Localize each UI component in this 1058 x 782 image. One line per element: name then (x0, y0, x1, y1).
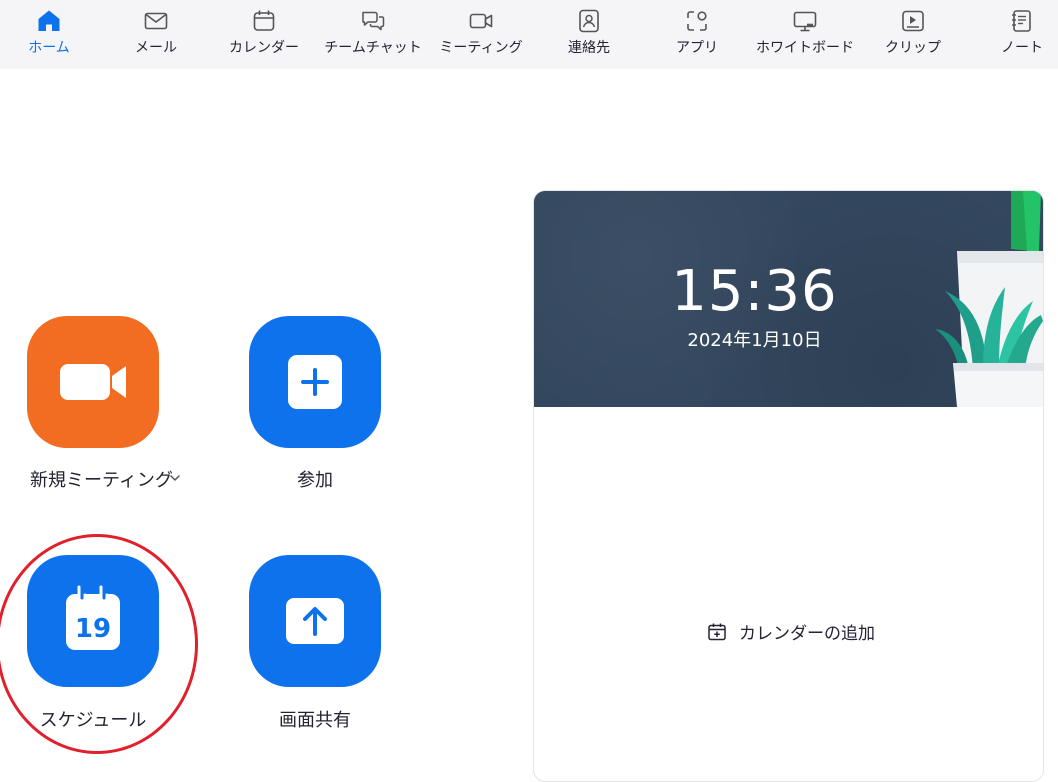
nav-tab-whiteboard[interactable]: ホワイトボード (755, 0, 855, 69)
video-icon (469, 13, 493, 29)
nav-label-notes: ノート (1001, 40, 1043, 56)
nav-label-mail: メール (135, 40, 177, 56)
mail-icon (144, 12, 168, 30)
join-label: 参加 (297, 470, 333, 491)
video-camera-icon (60, 364, 126, 400)
whiteboard-icon (793, 11, 817, 32)
nav-label-calendar: カレンダー (229, 40, 299, 56)
calendar-icon (253, 10, 275, 31)
nav-label-team-chat: チームチャット (324, 40, 422, 56)
nav-tab-meetings[interactable]: ミーティング (439, 0, 523, 69)
clips-icon (902, 10, 924, 32)
join-button[interactable] (249, 316, 381, 448)
notes-icon (1012, 10, 1031, 32)
nav-label-contacts: 連絡先 (568, 40, 610, 56)
plus-icon (288, 355, 342, 409)
nav-label-clips: クリップ (885, 40, 941, 56)
new-meeting-label: 新規ミーティング (30, 470, 173, 491)
nav-tab-home[interactable]: ホーム (21, 0, 77, 69)
calendar-day-number: 19 (75, 614, 111, 644)
schedule-label: スケジュール (39, 710, 147, 731)
contacts-icon (579, 9, 599, 33)
nav-tab-notes[interactable]: ノート (1000, 0, 1044, 69)
add-calendar-button[interactable]: カレンダーの追加 (707, 619, 875, 644)
schedule-button[interactable]: 19 (27, 555, 159, 687)
nav-label-whiteboard: ホワイトボード (756, 40, 854, 56)
nav-label-home: ホーム (28, 40, 70, 56)
share-screen-label: 画面共有 (279, 710, 351, 731)
top-navigation-bar: ホーム メール カレンダー チームチャット ミーティング 連絡先 アプリ ホワイ… (0, 0, 1058, 69)
chevron-down-icon[interactable] (168, 471, 182, 485)
nav-tab-clips[interactable]: クリップ (885, 0, 941, 69)
new-meeting-button[interactable] (27, 316, 159, 448)
calendar-add-icon (708, 623, 726, 640)
nav-tab-calendar[interactable]: カレンダー (229, 0, 299, 69)
home-icon (38, 10, 60, 31)
plant-illustration (935, 191, 1043, 407)
nav-tab-team-chat[interactable]: チームチャット (324, 0, 422, 69)
calendar-icon: 19 (66, 585, 120, 650)
share-screen-button[interactable] (249, 555, 381, 687)
nav-tab-contacts[interactable]: 連絡先 (562, 0, 616, 69)
add-calendar-label: カレンダーの追加 (739, 624, 875, 644)
nav-tab-mail[interactable]: メール (128, 0, 184, 69)
apps-icon (687, 11, 707, 31)
chat-icon (362, 11, 385, 31)
calendar-card-header: 15:36 2024年1月10日 (534, 191, 1043, 407)
calendar-card: 15:36 2024年1月10日 カレンダーの追加 (533, 190, 1044, 782)
upload-arrow-icon (286, 598, 344, 644)
nav-label-apps: アプリ (676, 40, 718, 56)
nav-tab-apps[interactable]: アプリ (675, 0, 719, 69)
nav-label-meetings: ミーティング (439, 40, 523, 56)
